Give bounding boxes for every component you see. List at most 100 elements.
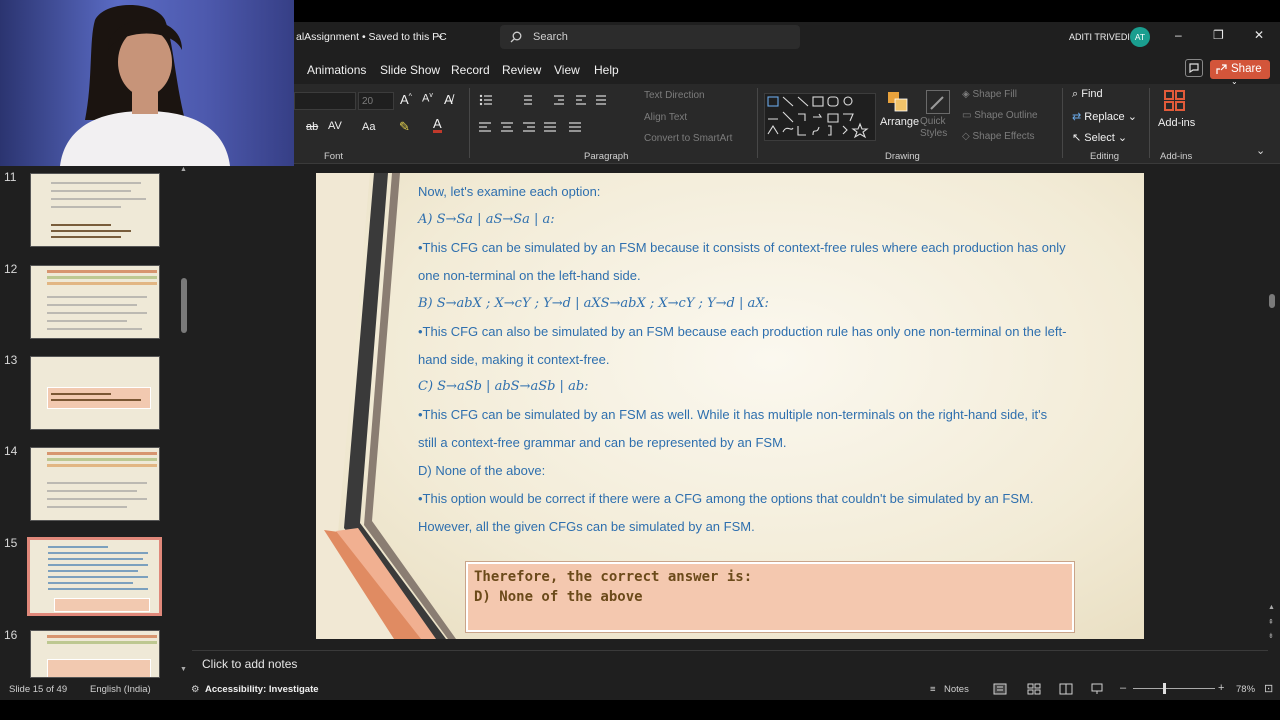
language-indicator[interactable]: English (India) [90, 684, 151, 695]
tab-slide-show[interactable]: Slide Show [380, 63, 440, 77]
share-button[interactable]: Share ⌄ [1210, 60, 1270, 86]
arrange-button[interactable]: Arrange [880, 116, 919, 128]
collapse-ribbon-icon[interactable]: ⌄ [1256, 144, 1265, 157]
zoom-level[interactable]: 78% [1236, 684, 1255, 695]
shapes-gallery[interactable] [764, 93, 876, 141]
slide-thumbnail-15-selected[interactable] [27, 537, 162, 616]
tab-record[interactable]: Record [451, 63, 490, 77]
thumbnails-scrollbar[interactable]: ▲ ▼ [180, 166, 188, 678]
user-name[interactable]: ADITI TRIVEDI [1069, 32, 1130, 42]
slide-thumbnail-12[interactable] [30, 265, 160, 339]
thumbnail-number: 12 [4, 262, 18, 276]
chevron-down-icon[interactable]: ⌄ [436, 30, 444, 41]
notes-button[interactable]: Notes [944, 684, 969, 695]
slide-scrollbar[interactable]: ▲ ⇞ ⇟ [1268, 166, 1276, 648]
decrease-font-icon[interactable]: Av [422, 92, 433, 105]
font-color-icon[interactable]: A [433, 117, 442, 133]
font-size-value: 20 [362, 96, 374, 107]
change-case-icon[interactable]: Aa [362, 121, 375, 133]
replace-button[interactable]: ⇄ Replace ⌄ [1072, 110, 1137, 123]
presenter-video [0, 0, 294, 166]
document-title[interactable]: alAssignment • Saved to this PC [296, 31, 447, 43]
arrange-icon[interactable] [886, 90, 910, 114]
thumbnail-number: 11 [4, 170, 17, 184]
tab-animations[interactable]: Animations [307, 63, 366, 77]
scroll-down-icon[interactable]: ▼ [180, 666, 187, 673]
notes-placeholder[interactable]: Click to add notes [202, 657, 297, 671]
maximize-button[interactable]: ❐ [1213, 28, 1224, 42]
accessibility-status[interactable]: Accessibility: Investigate [205, 684, 319, 695]
slide-text-line: •This option would be correct if there w… [418, 491, 1034, 506]
fit-to-window-icon[interactable]: ⊡ [1264, 682, 1273, 695]
next-slide-icon[interactable]: ⇟ [1268, 632, 1274, 640]
slide-thumbnail-13[interactable] [30, 356, 160, 430]
editing-group-label: Editing [1090, 151, 1120, 162]
accessibility-icon[interactable]: ⚙ [191, 684, 200, 695]
divider [1149, 88, 1150, 158]
share-label: Share [1231, 63, 1262, 75]
zoom-out-button[interactable]: – [1120, 682, 1126, 694]
shape-fill-button[interactable]: ◈ Shape Fill [962, 89, 1017, 100]
select-button[interactable]: ↖ Select ⌄ [1072, 131, 1127, 144]
convert-smartart-button[interactable]: Convert to SmartArt [644, 133, 732, 144]
shape-effects-label: Shape Effects [972, 131, 1035, 142]
align-text-button[interactable]: Align Text [644, 112, 687, 123]
tab-help[interactable]: Help [594, 63, 619, 77]
divider [1062, 88, 1063, 158]
slide-text-line: However, all the given CFGs can be simul… [418, 519, 755, 534]
view-buttons[interactable] [993, 683, 1103, 695]
notes-icon[interactable]: ≡ [930, 684, 936, 695]
shape-effects-button[interactable]: ◇ Shape Effects [962, 131, 1035, 142]
find-button[interactable]: ⌕ Find [1072, 88, 1103, 101]
answer-box[interactable]: Therefore, the correct answer is: D) Non… [465, 561, 1075, 633]
highlight-icon[interactable]: ✎ [399, 119, 410, 135]
quick-styles-icon[interactable] [926, 90, 950, 114]
increase-font-icon[interactable]: A^ [400, 92, 412, 107]
character-spacing-icon[interactable]: AV [328, 120, 342, 132]
search-box[interactable]: Search [500, 25, 800, 49]
clear-formatting-icon[interactable]: A̸ [444, 92, 453, 107]
search-placeholder: Search [533, 31, 568, 43]
notes-pane[interactable]: Click to add notes [192, 650, 1268, 678]
strikethrough-icon[interactable]: ab [306, 121, 318, 133]
replace-icon: ⇄ [1072, 111, 1082, 123]
add-ins-group-label: Add-ins [1160, 151, 1193, 162]
minimize-button[interactable]: – [1175, 28, 1182, 42]
divider [469, 88, 470, 158]
thumbnail-number: 15 [4, 536, 18, 550]
font-size-input[interactable]: 20 [358, 92, 394, 110]
zoom-slider[interactable] [1133, 683, 1215, 694]
shape-outline-button[interactable]: ▭ Shape Outline [962, 110, 1038, 121]
text-direction-button[interactable]: Text Direction [644, 90, 705, 101]
powerpoint-window: alAssignment • Saved to this PC ⌄ Search… [0, 0, 1280, 720]
slide-text-line: •This CFG can also be simulated by an FS… [418, 324, 1067, 339]
slide-thumbnails-pane: 11 12 13 14 15 16 ▲ ▼ [0, 166, 192, 678]
previous-slide-icon[interactable]: ⇞ [1268, 618, 1274, 626]
slide-text-line: A) S→Sa | aS→Sa | a: [418, 212, 555, 227]
slide-scroll-thumb[interactable] [1269, 294, 1275, 308]
current-slide[interactable]: Now, let's examine each option: A) S→Sa … [316, 173, 1144, 639]
add-ins-button[interactable]: Add-ins [1158, 117, 1195, 129]
thumbnail-number: 16 [4, 628, 18, 642]
slide-thumbnail-11[interactable] [30, 173, 160, 247]
tab-review[interactable]: Review [502, 63, 541, 77]
slide-thumbnail-14[interactable] [30, 447, 160, 521]
close-button[interactable]: ✕ [1254, 28, 1264, 42]
scroll-up-icon[interactable]: ▲ [180, 166, 187, 173]
slide-text-line: •This CFG can be simulated by an FSM as … [418, 407, 1048, 422]
slide-thumbnail-16[interactable] [30, 630, 160, 678]
zoom-in-button[interactable]: + [1218, 682, 1224, 694]
scroll-up-icon[interactable]: ▲ [1268, 604, 1275, 611]
slide-text-line: still a context-free grammar and can be … [418, 435, 787, 450]
thumbnails-scroll-thumb[interactable] [181, 278, 187, 333]
font-name-input[interactable] [294, 92, 356, 110]
add-ins-icon[interactable] [1163, 89, 1187, 113]
alignment-icons[interactable] [478, 121, 583, 133]
find-label: Find [1081, 88, 1103, 100]
quick-styles-button[interactable]: Quick Styles [920, 116, 956, 140]
zoom-slider-thumb[interactable] [1163, 683, 1166, 694]
tab-view[interactable]: View [554, 63, 580, 77]
list-and-indent-icons[interactable] [478, 93, 618, 107]
comments-icon[interactable] [1185, 59, 1203, 77]
avatar[interactable]: AT [1130, 27, 1150, 47]
